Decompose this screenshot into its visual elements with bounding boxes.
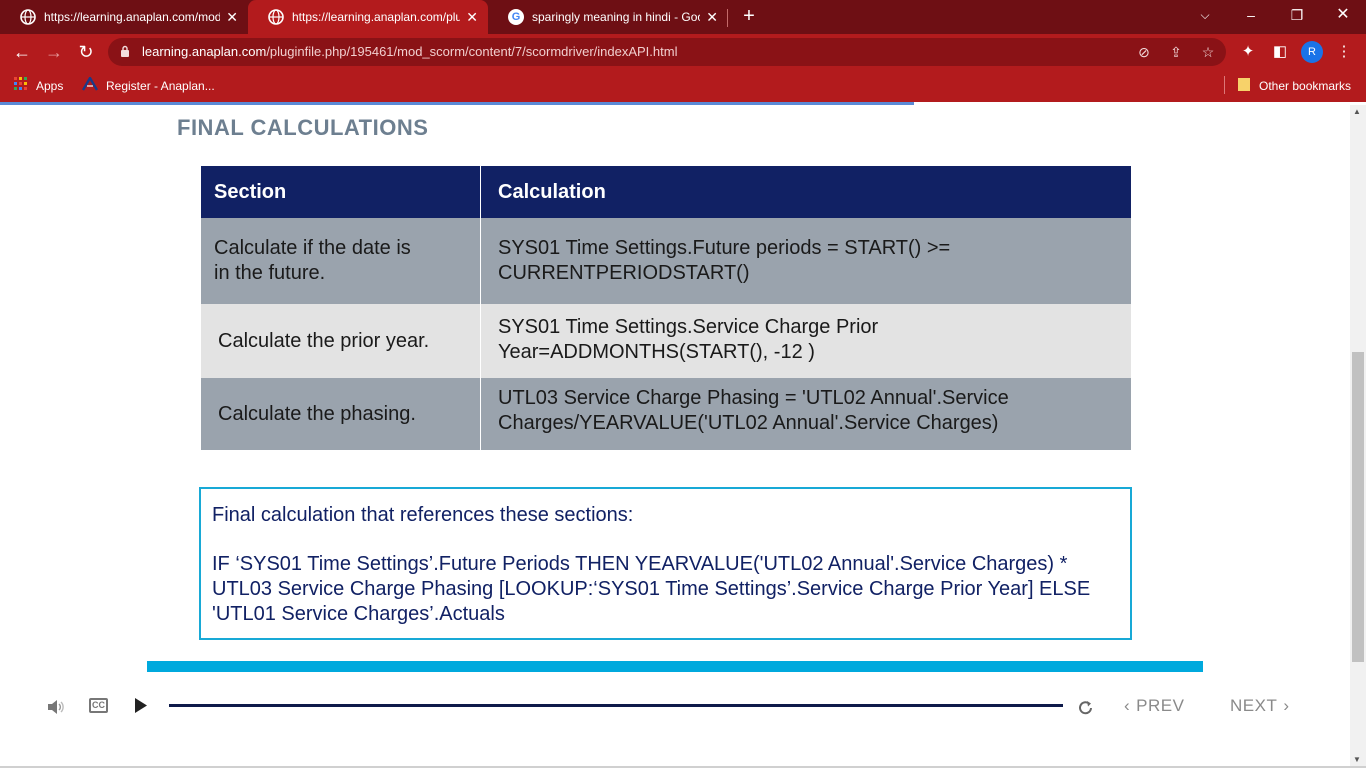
new-tab-plus-icon[interactable]: + [738,4,760,28]
url-text: learning.anaplan.com/pluginfile.php/1954… [142,44,677,59]
chevron-left-icon: ‹ [1124,696,1131,715]
table-row: Calculate the phasing. UTL03 Service Cha… [201,378,1131,450]
table-row: Calculate the prior year. SYS01 Time Set… [201,304,1131,378]
tab-title: https://learning.anaplan.com/plu [292,10,461,24]
bookmark-label: Register - Anaplan... [106,78,215,93]
share-icon[interactable]: ⇪ [1166,42,1186,62]
other-bookmarks-label: Other bookmarks [1259,78,1352,93]
scroll-down-arrow-icon[interactable]: ▼ [1353,755,1361,764]
other-bookmarks[interactable]: Other bookmarks [1237,77,1351,94]
star-bookmark-icon[interactable]: ☆ [1198,42,1218,62]
prev-label: PREV [1136,696,1185,715]
play-icon[interactable] [134,697,148,714]
next-label: NEXT [1230,696,1278,715]
close-icon[interactable]: ✕ [466,9,478,26]
tab-title: https://learning.anaplan.com/mod [44,10,221,24]
url-host: learning.anaplan.com [142,44,267,59]
bookmark-apps[interactable]: Apps [14,77,63,94]
playback-progress-bar[interactable] [169,704,1063,707]
tab-1[interactable]: https://learning.anaplan.com/mod ✕ [0,0,248,34]
prev-button[interactable]: ‹ PREV [1124,696,1184,716]
bookmark-label: Apps [36,78,64,93]
restore-icon[interactable]: ❐ [1274,0,1320,30]
page-heading: FINAL CALCULATIONS [177,115,429,140]
url-path: /pluginfile.php/195461/mod_scorm/content… [266,44,678,59]
side-panel-icon[interactable]: ◧ [1268,40,1292,64]
back-arrow-icon[interactable]: ← [10,40,34,64]
extensions-puzzle-icon[interactable]: ✦ [1236,40,1260,64]
tab-bar: https://learning.anaplan.com/mod ✕ https… [0,0,1366,34]
content-divider-bar [147,661,1203,672]
final-calculation-box: Final calculation that references these … [199,487,1132,640]
apps-grid-icon [14,77,28,94]
tab-2-active[interactable]: https://learning.anaplan.com/plu ✕ [248,0,488,34]
table-header-calculation: Calculation [498,180,606,203]
final-calculation-formula: IF ‘SYS01 Time Settings’.Future Periods … [212,553,1091,625]
chevron-right-icon: › [1283,696,1290,715]
globe-icon [20,9,36,25]
lock-icon [121,45,129,57]
address-bar[interactable]: learning.anaplan.com/pluginfile.php/1954… [108,38,1226,66]
row-section-cell: Calculate the prior year. [201,304,481,378]
table-row: Calculate if the date is in the future. … [201,218,1131,304]
reload-icon[interactable]: ↻ [74,40,98,64]
row-calculation-cell: SYS01 Time Settings.Future periods = STA… [481,218,1131,304]
forward-arrow-icon[interactable]: → [42,40,66,64]
row-calculation-text: SYS01 Time Settings.Service Charge Prior… [498,316,879,363]
tab-3[interactable]: G sparingly meaning in hindi - Goo ✕ [488,0,728,34]
calculations-table: Section Calculation Calculate if the dat… [201,166,1131,450]
folder-icon [1237,77,1251,94]
google-icon: G [508,9,524,25]
table-header-row: Section Calculation [201,166,1131,218]
close-icon[interactable]: ✕ [706,9,718,26]
bookmarks-bar: Apps Register - Anaplan... Other bookmar… [0,70,1366,102]
page-load-indicator [0,102,914,105]
minimize-icon[interactable]: – [1228,0,1274,30]
row-section-cell: Calculate the phasing. [201,378,481,450]
row-calculation-text: SYS01 Time Settings.Future periods = STA… [498,237,951,284]
globe-icon [268,9,284,25]
anaplan-icon [81,75,99,94]
bookmark-anaplan[interactable]: Register - Anaplan... [81,75,215,94]
window-close-icon[interactable]: ✕ [1320,0,1366,30]
row-section-text: Calculate if the date is in the future. [214,237,411,284]
closed-captions-button[interactable]: CC [89,698,108,713]
replay-icon[interactable] [1078,698,1094,716]
scroll-up-arrow-icon[interactable]: ▲ [1353,107,1361,116]
tab-title: sparingly meaning in hindi - Goo [532,10,701,24]
row-calculation-cell: SYS01 Time Settings.Service Charge Prior… [481,304,1131,378]
scrollbar-thumb[interactable] [1352,352,1364,662]
row-calculation-text: UTL03 Service Charge Phasing = 'UTL02 An… [498,387,1009,434]
eye-slash-icon[interactable]: ⊘ [1134,42,1154,62]
navigation-bar: ← → ↻ learning.anaplan.com/pluginfile.ph… [0,34,1366,70]
tab-separator [727,9,728,27]
row-calculation-cell: UTL03 Service Charge Phasing = 'UTL02 An… [481,378,1131,450]
menu-kebab-icon[interactable]: ⋮ [1332,40,1356,64]
table-header-section: Section [201,166,481,218]
close-icon[interactable]: ✕ [226,9,238,26]
tab-search-chevron-icon[interactable]: ⌵ [1182,0,1228,30]
next-button[interactable]: NEXT › [1230,696,1290,716]
row-section-cell: Calculate if the date is in the future. [201,218,481,304]
profile-avatar[interactable]: R [1301,41,1323,63]
bookmark-separator [1224,76,1225,94]
volume-icon[interactable] [47,699,65,715]
final-calculation-intro: Final calculation that references these … [212,504,634,526]
